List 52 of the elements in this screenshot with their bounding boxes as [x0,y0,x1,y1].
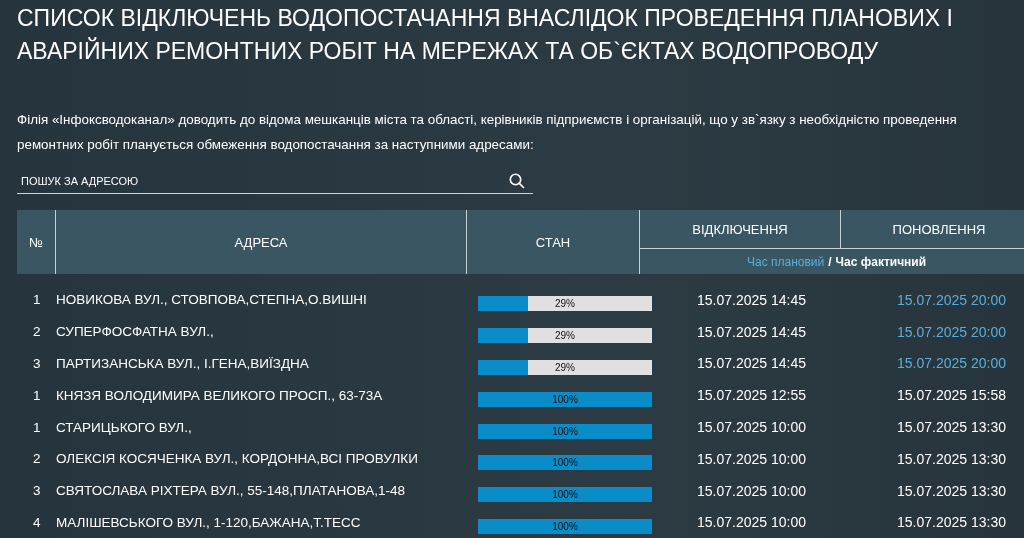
restore-time: 15.07.2025 13:30 [897,514,1006,531]
row-number: 3 [33,356,41,371]
row-number: 3 [33,483,41,499]
restore-time: 15.07.2025 20:00 [897,355,1006,372]
progress-label: 100% [551,424,579,439]
address-text: МАЛІШЕВСЬКОГО ВУЛ., 1-120,БАЖАНА,Т.ТЕСС [56,514,361,530]
shutoff-time: 15.07.2025 14:45 [697,291,806,308]
address-text: КНЯЗЯ ВОЛОДИМИРА ВЕЛИКОГО ПРОСП., 63-73А [56,387,383,403]
progress-label: 100% [551,519,579,534]
progress-label: 100% [551,456,579,471]
page-title: СПИСОК ВІДКЛЮЧЕНЬ ВОДОПОСТАЧАННЯ ВНАСЛІДОК ПРОВЕДЕННЯ ПЛАНОВИХ І АВАРІЙНИХ РЕМОНТНИХ РОБІТ НА МЕРЕЖАХ ТА ОБ`ЄКТАХ ВОДОПРОВОДУ [17,4,954,66]
row-number: 2 [33,324,41,340]
restore-time: 15.07.2025 20:00 [897,323,1006,340]
progress-label: 100% [551,488,579,503]
row-number: 2 [33,451,41,467]
column-header: СТАН [535,234,571,250]
shutoff-time: 15.07.2025 10:00 [697,482,806,499]
column-header: ВІДКЛЮЧЕННЯ [692,221,788,237]
shutoff-time: 15.07.2025 10:00 [697,419,806,436]
address-text: СТАРИЦЬКОГО ВУЛ., [56,419,192,435]
column-header: № [29,234,43,250]
legend-label: Час фактичний [835,254,927,269]
restore-time: 15.07.2025 13:30 [897,450,1006,467]
row-number: 1 [33,292,41,308]
row-number: 1 [33,419,41,435]
shutoff-time: 15.07.2025 10:00 [697,450,806,467]
legend-separator: / [828,254,832,269]
shutoff-time: 15.07.2025 10:00 [697,514,806,531]
search-icon[interactable] [509,173,525,189]
address-text: ПАРТИЗАНСЬКА ВУЛ., І.ГЕНА,ВИЇЗДНА [56,356,309,371]
shutoff-time: 15.07.2025 12:55 [697,387,806,404]
shutoff-time: 15.07.2025 14:45 [697,323,806,340]
progress-label: 100% [551,392,579,407]
progress-label: 29% [554,361,576,375]
restore-time: 15.07.2025 13:30 [897,482,1006,499]
column-header: ПОНОВЛЕННЯ [892,221,986,237]
shutoff-time: 15.07.2025 14:45 [697,355,806,372]
address-text: СВЯТОСЛАВА РІХТЕРА ВУЛ., 55-148,ПЛАТАНОВА,1-48 [56,483,406,499]
row-number: 1 [33,387,41,403]
address-text: НОВИКОВА ВУЛ., СТОВПОВА,СТЕПНА,О.ВИШНІ [56,292,367,308]
column-header: АДРЕСА [234,234,288,250]
address-text: СУПЕРФОСФАТНА ВУЛ., [56,324,214,340]
intro-text: Філія «Інфоксводоканал» доводить до відома мешканців міста та області, керівників підприємств і організацій, що у зв`язку з необхідністю проведення ремонтних робіт планується обмеження водопостачання за наступними адресами: [17,111,958,154]
row-number: 4 [33,514,41,530]
restore-time: 15.07.2025 15:58 [897,387,1006,404]
address-text: ОЛЕКСІЯ КОСЯЧЕНКА ВУЛ., КОРДОННА,ВСІ ПРОВУЛКИ [56,451,418,467]
restore-time: 15.07.2025 20:00 [897,291,1006,308]
search-field[interactable]: ПОШУК ЗА АДРЕСОЮ [17,169,533,194]
legend-label: Час плановий [747,254,825,269]
progress-label: 29% [554,297,576,312]
progress-label: 29% [554,329,576,344]
restore-time: 15.07.2025 13:30 [897,419,1006,436]
